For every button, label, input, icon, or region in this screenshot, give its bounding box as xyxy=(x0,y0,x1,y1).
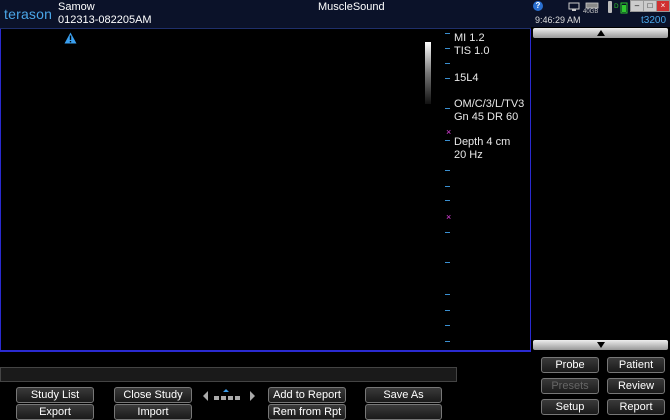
presets-button[interactable]: Presets xyxy=(541,378,599,394)
empty-button-slot xyxy=(365,404,442,420)
study-id: 012313-082205AM xyxy=(58,14,152,26)
arrow-up-icon xyxy=(597,30,605,36)
battery-icon: D xyxy=(614,2,628,14)
navigation-control[interactable] xyxy=(203,389,255,403)
app-title: MuscleSound xyxy=(318,1,385,13)
scale-tick xyxy=(445,170,450,171)
add-to-report-button[interactable]: Add to Report xyxy=(268,387,346,403)
storage-icon xyxy=(585,2,599,9)
scale-tick xyxy=(445,33,450,34)
maximize-icon[interactable]: □ xyxy=(643,0,657,12)
svg-text:D: D xyxy=(614,3,619,10)
param-gain-dr: Gn 45 DR 60 xyxy=(454,111,519,123)
nav-current-icon xyxy=(223,389,229,392)
scroll-down-button[interactable] xyxy=(533,340,668,350)
patient-button[interactable]: Patient xyxy=(607,357,665,373)
review-button[interactable]: Review xyxy=(607,378,665,394)
param-frame-rate: 20 Hz xyxy=(454,149,483,161)
device-model: t3200 xyxy=(641,15,667,26)
scale-tick xyxy=(445,325,450,326)
save-as-button[interactable]: Save As xyxy=(365,387,442,403)
param-mode: OM/C/3/L/TV3 xyxy=(454,98,525,110)
brand-logo: terason xyxy=(4,6,53,22)
setup-button[interactable]: Setup xyxy=(541,399,599,415)
scroll-up-button[interactable] xyxy=(533,28,668,38)
scale-tick xyxy=(445,140,450,141)
arrow-down-icon xyxy=(597,342,605,348)
grayscale-bar xyxy=(425,42,431,104)
param-depth: Depth 4 cm xyxy=(454,136,511,148)
focus-marker-icon[interactable]: × xyxy=(446,128,451,137)
scale-tick xyxy=(445,108,450,109)
report-button[interactable]: Report xyxy=(607,399,665,415)
warning-icon xyxy=(64,32,77,44)
divider xyxy=(0,351,531,352)
param-mi: MI 1.2 xyxy=(454,32,485,44)
study-list-button[interactable]: Study List xyxy=(16,387,94,403)
close-icon[interactable]: × xyxy=(656,0,670,12)
storage-label: 40GB xyxy=(583,9,599,15)
ultrasound-image-area[interactable] xyxy=(0,29,531,351)
scale-tick xyxy=(445,294,450,295)
focus-marker-icon[interactable]: × xyxy=(446,213,451,222)
rem-from-rpt-button[interactable]: Rem from Rpt xyxy=(268,404,346,420)
scale-tick xyxy=(445,310,450,311)
close-study-button[interactable]: Close Study xyxy=(114,387,192,403)
scale-tick xyxy=(445,232,450,233)
scale-tick xyxy=(445,63,450,64)
help-icon[interactable]: ? xyxy=(533,1,543,11)
export-button[interactable]: Export xyxy=(16,404,94,420)
scale-tick xyxy=(445,262,450,263)
scale-tick xyxy=(445,341,450,342)
param-tis: TIS 1.0 xyxy=(454,45,490,57)
nav-left-icon xyxy=(203,391,208,401)
nav-right-icon xyxy=(250,391,255,401)
param-probe: 15L4 xyxy=(454,72,479,84)
patient-name: Samow xyxy=(58,1,95,13)
scale-tick xyxy=(445,48,450,49)
minimize-icon[interactable]: – xyxy=(630,0,644,12)
scale-tick xyxy=(445,186,450,187)
import-button[interactable]: Import xyxy=(114,404,192,420)
right-panel xyxy=(531,0,670,350)
status-field xyxy=(0,367,457,382)
clock-time: 9:46:29 AM xyxy=(535,15,581,25)
network-icon xyxy=(568,2,580,11)
probe-button[interactable]: Probe xyxy=(541,357,599,373)
scale-tick xyxy=(445,78,450,79)
probe-status-icon xyxy=(608,1,612,13)
scale-tick xyxy=(445,200,450,201)
